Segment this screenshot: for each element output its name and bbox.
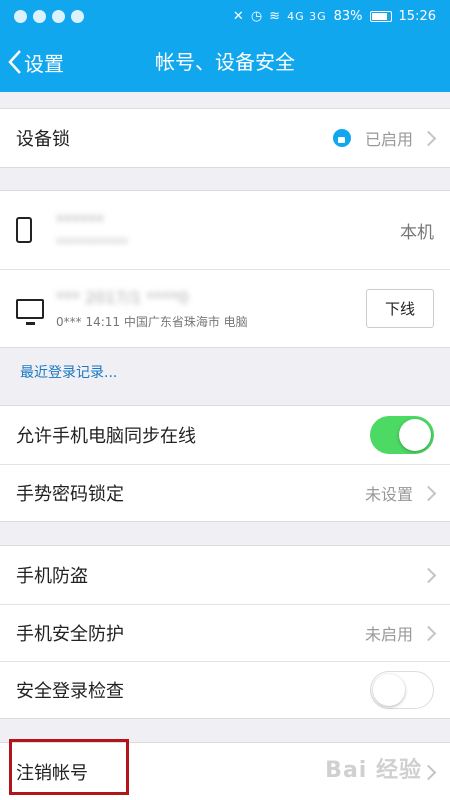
device-lock-group: 设备锁 已启用 — [0, 108, 450, 168]
device-name: *** 2017/1 ****0 — [56, 287, 189, 307]
logout-device-button[interactable]: 下线 — [365, 289, 434, 328]
chevron-right-icon — [420, 130, 437, 146]
anti-theft-row[interactable]: 手机防盗 — [0, 546, 450, 604]
allow-sync-label: 允许手机电脑同步在线 — [16, 426, 196, 447]
page-title: 帐号、设备安全 — [155, 50, 295, 74]
device-lock-status: 已启用 — [364, 130, 413, 149]
device-name: ****** — [56, 210, 104, 230]
sync-group: 允许手机电脑同步在线 手势密码锁定 未设置 — [0, 405, 450, 522]
back-button[interactable]: 设置 — [8, 44, 64, 80]
phone-icon — [16, 217, 32, 243]
login-check-row: 安全登录检查 — [0, 661, 450, 718]
alarm-icon: ◷ — [250, 8, 263, 24]
mute-icon: ✕ — [232, 8, 244, 24]
device-lock-row[interactable]: 设备锁 已启用 — [0, 109, 450, 167]
clock: 15:26 — [398, 8, 436, 24]
this-device-badge: 本机 — [400, 222, 434, 243]
monitor-icon — [16, 298, 44, 325]
battery-percentage: 83% — [333, 8, 363, 24]
battery-icon — [369, 10, 392, 22]
gesture-lock-label: 手势密码锁定 — [16, 484, 124, 505]
device-row-phone: ****** ************ 本机 — [0, 191, 450, 269]
lock-icon — [332, 129, 351, 147]
app-notification-icon — [52, 9, 65, 23]
allow-sync-row: 允许手机电脑同步在线 — [0, 406, 450, 464]
phone-protection-status: 未启用 — [364, 625, 413, 644]
allow-sync-toggle[interactable] — [370, 416, 434, 454]
device-lock-label: 设备锁 — [16, 129, 70, 150]
phone-protection-row[interactable]: 手机安全防护 未启用 — [0, 604, 450, 661]
status-bar: ✕ ◷ ≋ 4G 3G 83% 15:26 — [0, 0, 450, 32]
gesture-lock-status: 未设置 — [364, 485, 413, 504]
device-row-pc: *** 2017/1 ****0 0*** 14:11 中国广东省珠海市 电脑 … — [0, 269, 450, 347]
nav-bar: 帐号、设备安全 设置 — [0, 32, 450, 92]
watermark: Bai 经验 — [325, 758, 422, 783]
toggle-knob — [373, 674, 405, 706]
wifi-icon: ≋ — [269, 8, 281, 24]
anti-theft-label: 手机防盗 — [16, 566, 88, 587]
system-indicators: ✕ ◷ ≋ 4G 3G 83% 15:26 — [233, 9, 436, 24]
chat-notification-icon — [33, 9, 46, 23]
login-check-toggle[interactable] — [370, 671, 434, 709]
security-group: 手机防盗 手机安全防护 未启用 安全登录检查 — [0, 545, 450, 719]
chevron-left-icon — [8, 50, 21, 74]
chevron-right-icon — [420, 485, 437, 501]
toggle-knob — [399, 419, 431, 451]
app-notification-icon — [71, 9, 84, 23]
chevron-right-icon — [420, 625, 437, 641]
recent-login-link[interactable]: 最近登录记录... — [20, 362, 117, 382]
back-label: 设置 — [24, 51, 64, 76]
gesture-lock-row[interactable]: 手势密码锁定 未设置 — [0, 464, 450, 521]
chevron-right-icon — [420, 567, 437, 583]
notification-icons — [14, 9, 84, 23]
device-info: 0*** 14:11 中国广东省珠海市 电脑 — [56, 314, 248, 329]
device-info: ************ — [56, 235, 128, 250]
app-notification-icon — [14, 9, 27, 23]
phone-protection-label: 手机安全防护 — [16, 624, 124, 645]
signal-labels: 4G 3G — [287, 9, 327, 23]
devices-group: ****** ************ 本机 *** 2017/1 ****0 … — [0, 190, 450, 348]
login-check-label: 安全登录检查 — [16, 681, 124, 702]
chevron-right-icon — [420, 764, 437, 780]
